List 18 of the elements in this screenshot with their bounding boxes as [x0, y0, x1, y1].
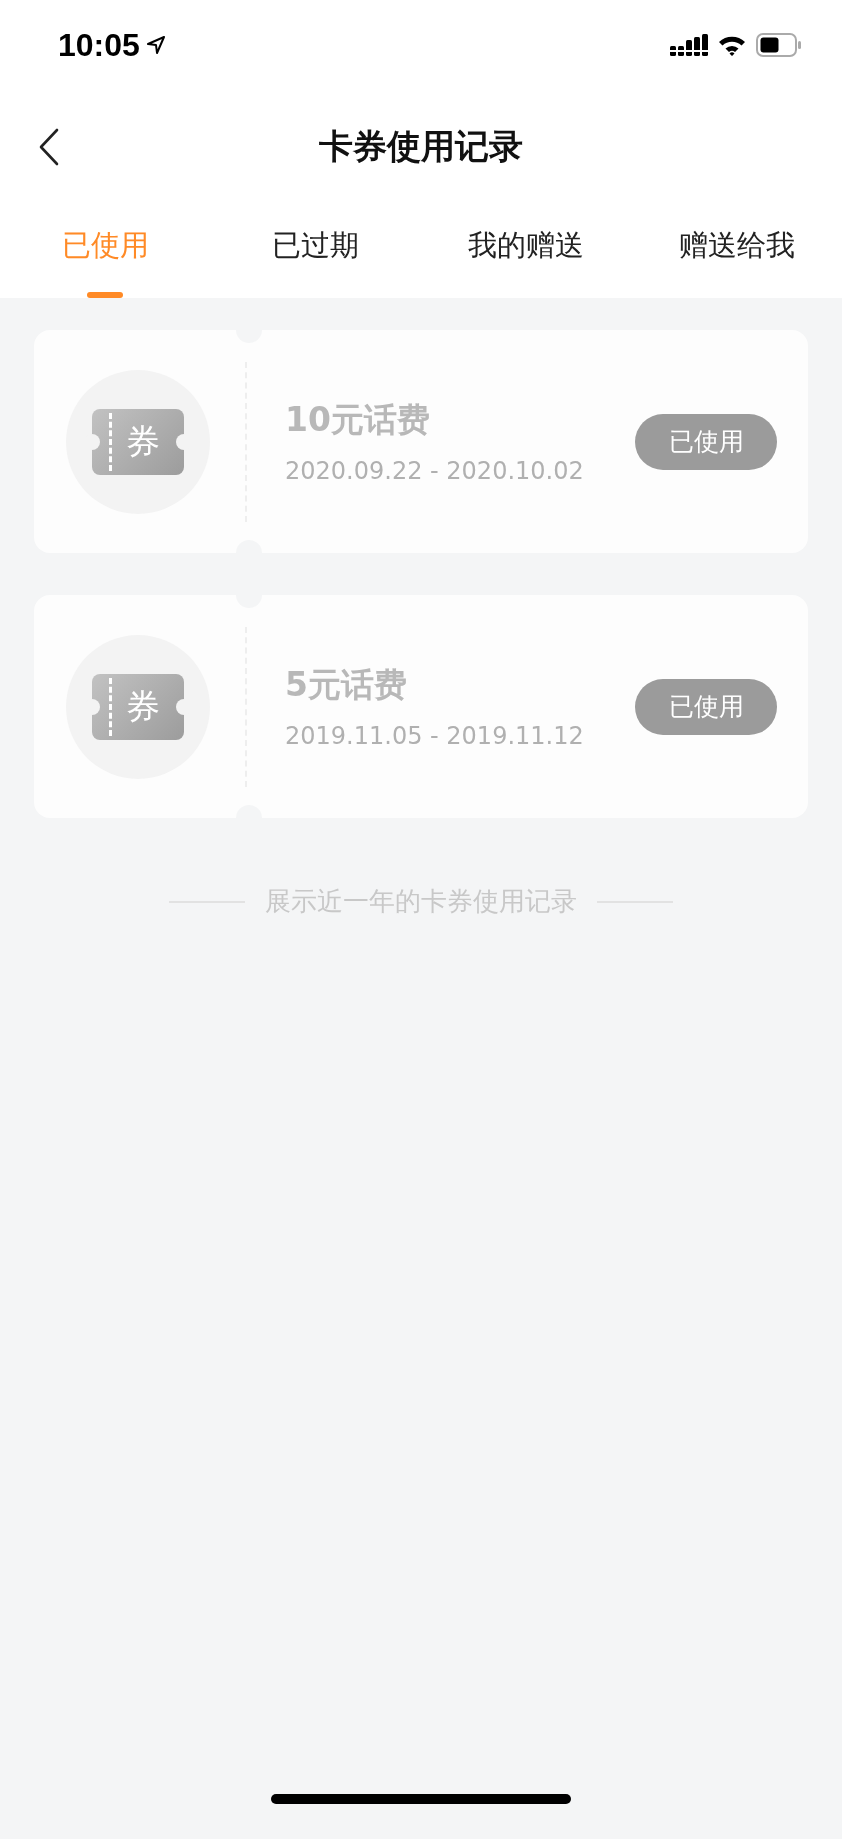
coupon-title: 10元话费: [285, 399, 431, 441]
back-icon[interactable]: [38, 128, 60, 166]
tab[interactable]: 已过期: [210, 204, 421, 298]
clock-time: 10:05: [58, 26, 140, 64]
status-button[interactable]: 已使用: [635, 678, 777, 735]
validity-period: 2020.09.22 - 2020.10.02: [285, 457, 585, 485]
signal-icon: [670, 34, 708, 56]
wifi-icon: [718, 34, 746, 56]
tab[interactable]: 赠送给我: [631, 204, 842, 298]
location-arrow-icon: [145, 35, 166, 55]
tab[interactable]: 我的赠送: [421, 204, 632, 298]
coupon-title: 5元话费: [285, 664, 408, 706]
tab-indicator: [87, 292, 124, 298]
validity-period: 2019.11.05 - 2019.11.12: [285, 722, 585, 750]
status-button[interactable]: 已使用: [635, 413, 777, 470]
tab[interactable]: 已使用: [0, 204, 211, 298]
page-title: 卡券使用记录: [319, 125, 523, 168]
battery-icon: [756, 33, 802, 57]
